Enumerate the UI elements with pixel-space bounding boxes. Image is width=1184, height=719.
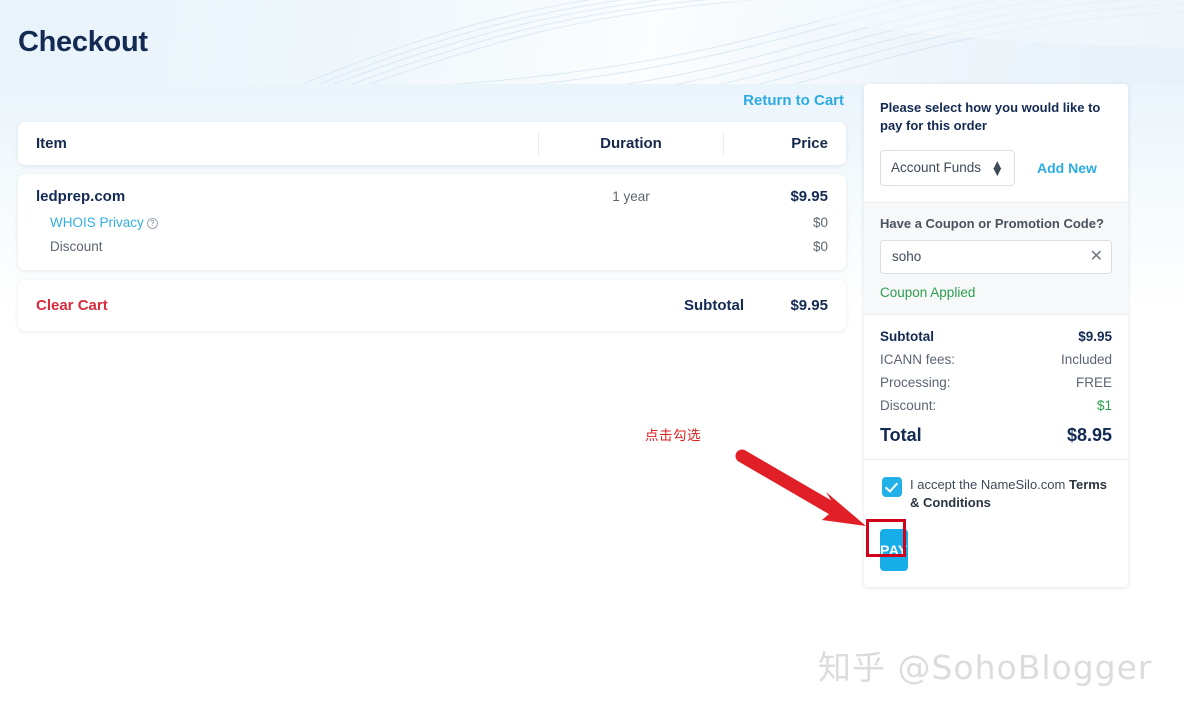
return-to-cart-row: Return to Cart xyxy=(18,84,846,118)
cart-table-body: ledprep.com 1 year $9.95 WHOIS Privacy? … xyxy=(18,174,846,270)
totals-label: Discount: xyxy=(880,397,937,413)
return-to-cart-link[interactable]: Return to Cart xyxy=(743,92,844,109)
column-header-price: Price xyxy=(791,135,828,152)
help-icon[interactable]: ? xyxy=(146,218,158,229)
cart-item-price: $9.95 xyxy=(790,188,828,205)
coupon-input[interactable]: soho ✕ xyxy=(880,239,1112,274)
clear-cart-button[interactable]: Clear Cart xyxy=(36,297,684,314)
cart-item-duration: 1 year xyxy=(612,189,650,204)
totals-label: Processing: xyxy=(880,374,951,390)
payment-prompt: Please select how you would like to pay … xyxy=(880,100,1101,134)
totals-value: $1 xyxy=(1096,397,1112,413)
cart-discount-label: Discount xyxy=(50,239,103,254)
totals-row-grand-total: Total $8.95 xyxy=(880,425,1112,446)
column-header-item: Item xyxy=(36,135,67,152)
cart-table-header: Item Duration Price xyxy=(18,122,846,165)
cart-discount-price: $0 xyxy=(812,239,828,254)
grand-total-value: $8.95 xyxy=(1066,424,1112,445)
terms-text: I accept the NameSilo.com Terms & Condit… xyxy=(910,476,1112,513)
payment-method-select[interactable]: Account Funds ▲ ▼ xyxy=(880,149,1015,186)
coupon-status: Coupon Applied xyxy=(880,284,976,300)
annotation-arrow xyxy=(735,449,866,526)
payment-panel: Please select how you would like to pay … xyxy=(864,84,1128,587)
page-header: Checkout xyxy=(0,0,1184,88)
terms-section: I accept the NameSilo.com Terms & Condit… xyxy=(864,458,1128,527)
totals-row-subtotal: Subtotal $9.95 xyxy=(880,329,1112,344)
table-row: WHOIS Privacy? $0 xyxy=(36,215,828,230)
totals-label: ICANN fees: xyxy=(880,351,956,367)
totals-value: Included xyxy=(1060,351,1112,367)
cart-subtotal-label: Subtotal xyxy=(684,297,744,314)
page-title: Checkout xyxy=(18,26,148,58)
coupon-section: Have a Coupon or Promotion Code? soho ✕ … xyxy=(864,201,1128,315)
coupon-input-value: soho xyxy=(892,249,922,265)
totals-row-processing: Processing: FREE xyxy=(880,375,1112,390)
annotation-callout-text: 点击勾选 xyxy=(645,428,701,443)
column-header-duration: Duration xyxy=(538,131,724,156)
payment-method-row: Account Funds ▲ ▼ Add New xyxy=(880,149,1112,186)
order-totals-section: Subtotal $9.95 ICANN fees: Included Proc… xyxy=(864,315,1128,459)
payment-method-value: Account Funds xyxy=(891,160,982,176)
accept-terms-checkbox[interactable] xyxy=(882,476,902,497)
header-wave-decoration xyxy=(292,0,1184,88)
totals-row-discount: Discount: $1 xyxy=(880,398,1112,413)
chevron-updown-icon: ▲ ▼ xyxy=(990,156,1004,179)
watermark: 知乎 @SohoBlogger xyxy=(818,648,1153,687)
close-icon[interactable]: ✕ xyxy=(1090,248,1103,265)
totals-row-icann: ICANN fees: Included xyxy=(880,352,1112,367)
add-new-payment-link[interactable]: Add New xyxy=(1037,160,1097,176)
totals-value: $9.95 xyxy=(1078,328,1112,344)
terms-accept-label: I accept the NameSilo.com xyxy=(910,476,1066,492)
payment-method-section: Please select how you would like to pay … xyxy=(864,84,1128,202)
table-row: Discount $0 xyxy=(36,239,828,254)
totals-label: Subtotal xyxy=(880,328,934,344)
cart-subtotal-value: $9.95 xyxy=(790,297,828,314)
table-row: ledprep.com 1 year $9.95 xyxy=(36,188,828,206)
pay-button[interactable]: PAY xyxy=(880,528,908,571)
cart-table-footer: Clear Cart Subtotal $9.95 xyxy=(18,280,846,331)
grand-total-label: Total xyxy=(880,424,922,445)
cart-section: Return to Cart Item Duration Price ledpr… xyxy=(18,84,846,331)
totals-value: FREE xyxy=(1075,374,1112,390)
cart-item-domain: ledprep.com xyxy=(36,188,126,205)
coupon-title: Have a Coupon or Promotion Code? xyxy=(880,215,1104,231)
whois-privacy-price: $0 xyxy=(812,215,828,230)
whois-privacy-link[interactable]: WHOIS Privacy xyxy=(50,215,144,230)
